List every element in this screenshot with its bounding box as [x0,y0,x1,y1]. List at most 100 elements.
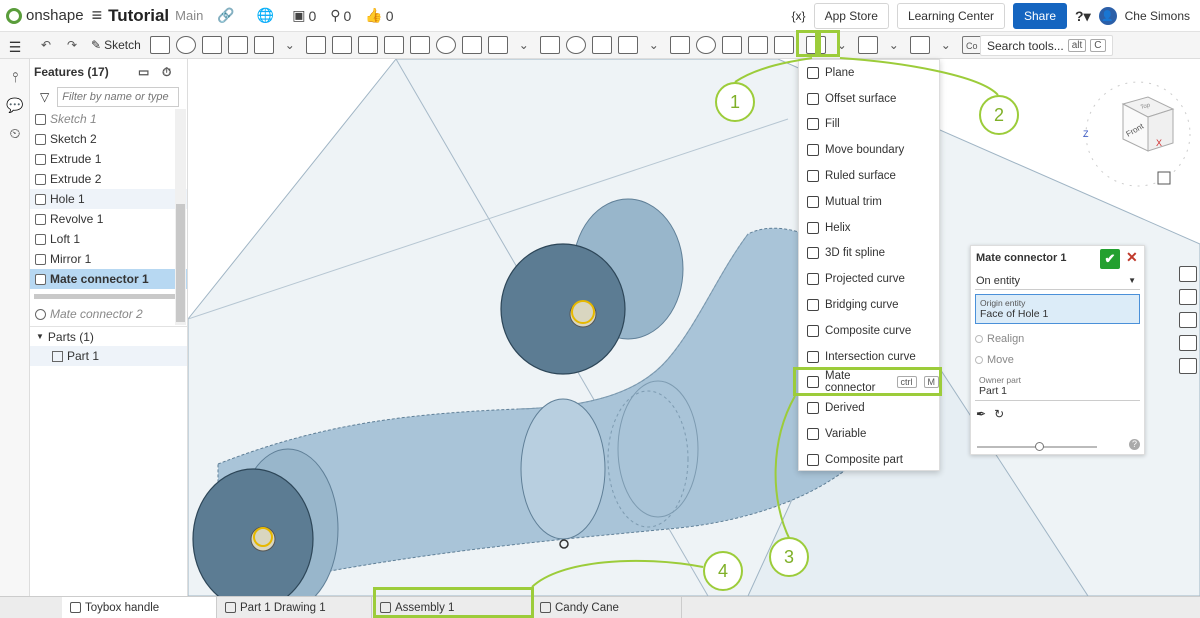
onshape-logo[interactable]: onshape [0,7,84,24]
menu-item-helix[interactable]: Helix [799,215,939,241]
slider-knob[interactable] [1035,442,1044,451]
chevron-down-icon[interactable]: ⌄ [884,36,904,54]
move-checkbox[interactable]: Move [971,349,1144,370]
likes-button[interactable]: 👍 0 [365,7,393,24]
loft-tool-icon[interactable] [227,36,248,54]
chevron-down-icon[interactable]: ⌄ [514,36,534,54]
rollback-bar[interactable] [34,294,183,299]
menu-item-fill[interactable]: Fill [799,112,939,138]
menu-item-variable[interactable]: Variable [799,421,939,447]
feature-list-scrollbar[interactable] [175,109,186,325]
feature-item[interactable]: Extrude 1 [30,149,187,169]
menu-item-3d-fit-spline[interactable]: 3D fit spline [799,241,939,267]
chevron-down-icon[interactable]: ⌄ [936,36,956,54]
scrollbar-thumb[interactable] [176,204,185,322]
globe-icon[interactable]: 🌐 [257,7,274,24]
custom-feature-co[interactable]: Co [961,36,982,54]
thread-tool-icon[interactable] [461,36,482,54]
menu-item-derived[interactable]: Derived [799,395,939,421]
feature-item-rolled[interactable]: Mate connector 2 [30,304,187,324]
delete-part-tool-icon[interactable] [669,36,690,54]
chevron-down-icon[interactable]: ⌄ [644,36,664,54]
connector-type-select[interactable]: On entity ▼ [975,272,1140,290]
realign-checkbox[interactable]: Realign [971,328,1144,349]
menu-item-plane[interactable]: Plane [799,60,939,86]
user-name[interactable]: Che Simons [1125,9,1190,23]
filter-icon[interactable]: ▽ [40,90,49,104]
feature-item[interactable]: Mirror 1 [30,249,187,269]
document-title[interactable]: Tutorial [108,6,169,26]
feature-item[interactable]: Extrude 2 [30,169,187,189]
menu-item-offset-surface[interactable]: Offset surface [799,86,939,112]
share-button[interactable]: Share [1013,3,1068,29]
transform-tool-icon[interactable] [617,36,638,54]
section-view-icon[interactable] [1179,335,1197,351]
close-icon[interactable]: ✕ [1126,249,1138,266]
revolve-tool-icon[interactable] [175,36,196,54]
filter-input[interactable] [57,87,180,107]
menu-item-projected-curve[interactable]: Projected curve [799,266,939,292]
new-folder-icon[interactable]: ▭ [138,65,149,79]
opacity-slider[interactable] [977,442,1097,451]
menu-item-bridging-curve[interactable]: Bridging curve [799,292,939,318]
feature-list-icon[interactable]: ☰ [0,33,30,61]
add-config-icon[interactable]: ⫯ [0,63,30,91]
pen-icon[interactable]: ✒ [976,407,986,421]
part-item[interactable]: Part 1 [30,346,187,366]
boolean-tool-icon[interactable] [565,36,586,54]
comments-icon[interactable]: 💬 [0,91,30,119]
avatar[interactable]: 👤 [1098,7,1117,25]
rollback-clock-icon[interactable]: ⏱ [162,65,171,80]
menu-item-ruled-surface[interactable]: Ruled surface [799,163,939,189]
rotate-icon[interactable]: ↻ [994,407,1004,421]
menu-item-composite-part[interactable]: Composite part [799,447,939,473]
learning-center-button[interactable]: Learning Center [896,3,1005,29]
menu-item-mutual-trim[interactable]: Mutual trim [799,189,939,215]
chamfer-tool-icon[interactable] [331,36,352,54]
origin-entity-field[interactable]: Origin entity Face of Hole 1 [975,294,1140,324]
mass-properties-icon[interactable] [1179,289,1197,305]
versions-button[interactable]: ▣ 0 [292,7,316,24]
shell-tool-icon[interactable] [409,36,430,54]
feature-item[interactable]: Sketch 1 [30,109,187,129]
sheet-metal-tool-icon[interactable] [857,36,878,54]
tab-candy-cane[interactable]: Candy Cane [532,597,682,618]
feature-item[interactable]: Revolve 1 [30,209,187,229]
thicken-tool-icon[interactable] [253,36,274,54]
dialog-help-icon[interactable]: ? [1129,439,1140,450]
history-icon[interactable]: ⏲ [0,119,30,147]
frame-tool-icon[interactable] [909,36,930,54]
sweep-tool-icon[interactable] [201,36,222,54]
pins-button[interactable]: ⚲ 0 [330,7,351,24]
accept-button[interactable]: ✔ [1100,249,1120,269]
rib-tool-icon[interactable] [383,36,404,54]
menu-item-intersection-curve[interactable]: Intersection curve [799,344,939,370]
search-tools-input[interactable]: Search tools... alt C [980,35,1113,56]
replace-face-tool-icon[interactable] [773,36,794,54]
sketch-button[interactable]: ✎ Sketch [91,38,141,52]
fillet-tool-icon[interactable] [305,36,326,54]
feature-item[interactable]: Mate connector 1 [30,269,187,289]
split-tool-icon[interactable] [591,36,612,54]
variable-icon[interactable]: {x} [792,9,806,23]
tab-part-1-drawing-1[interactable]: Part 1 Drawing 1 [217,597,372,618]
owner-part-field[interactable]: Owner part Part 1 [975,372,1140,401]
view-cube[interactable]: Front Top X Z [1083,81,1191,187]
move-face-tool-icon[interactable] [747,36,768,54]
display-mode-icon[interactable] [1157,171,1171,185]
undo-icon[interactable]: ↶ [36,36,56,54]
extrude-tool-icon[interactable] [149,36,170,54]
mirror-tool-icon[interactable] [539,36,560,54]
draft-tool-icon[interactable] [357,36,378,54]
feature-item[interactable]: Hole 1 [30,189,187,209]
variable-table-icon[interactable] [1179,358,1197,374]
feature-item[interactable]: Sketch 2 [30,129,187,149]
menu-icon[interactable]: ≡ [92,5,103,26]
pattern-tool-icon[interactable] [487,36,508,54]
menu-item-composite-curve[interactable]: Composite curve [799,318,939,344]
link-icon[interactable]: 🔗 [217,7,234,24]
parts-header[interactable]: ▼ Parts (1) [30,326,187,346]
delete-face-tool-icon[interactable] [721,36,742,54]
measure-icon[interactable] [1179,312,1197,328]
app-store-button[interactable]: App Store [813,3,889,29]
